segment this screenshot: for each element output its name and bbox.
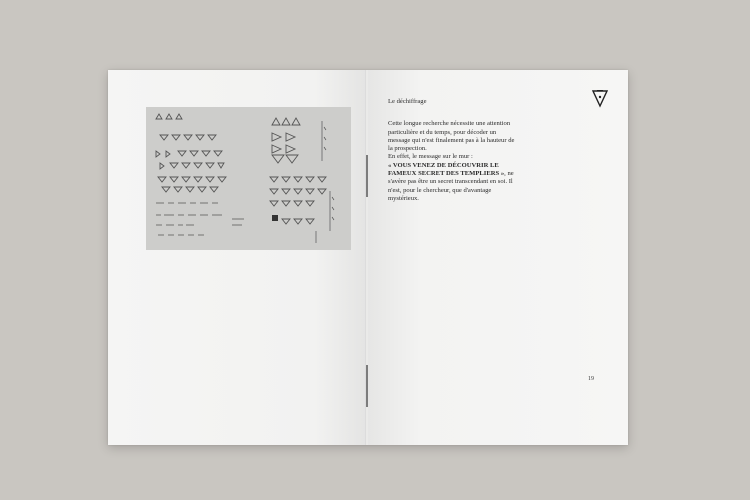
glyph-row [161, 186, 219, 193]
glyph-row [159, 134, 217, 141]
glyph-column [271, 117, 301, 164]
paragraph-2-start: En effet, le message sur le mur : [388, 153, 473, 161]
section-heading: Le déchiffrage [388, 98, 427, 105]
glyph-grid [269, 176, 327, 225]
glyph-row [157, 176, 227, 183]
templar-quote: « VOUS VENEZ DE DÉCOUVRIR LE FAMEUX SECR… [388, 161, 505, 178]
handwritten-lines [156, 202, 244, 236]
ink-blot [272, 215, 278, 221]
vertical-notes [315, 121, 335, 243]
glyph-row [159, 162, 225, 170]
glyph-row [155, 113, 183, 120]
body-text: Le déchiffrage Cette longue recherche né… [388, 98, 518, 203]
glyph-row [155, 150, 223, 158]
cipher-sketches [155, 113, 335, 243]
page-number: 19 [588, 376, 594, 382]
paragraph-1: Cette longue recherche nécessite une att… [388, 120, 515, 153]
cipher-notes-photo [146, 107, 351, 250]
open-booklet: Le déchiffrage Cette longue recherche né… [108, 70, 628, 445]
triangle-emblem-icon [592, 90, 608, 108]
left-page [108, 70, 366, 445]
right-page: Le déchiffrage Cette longue recherche né… [368, 70, 628, 445]
